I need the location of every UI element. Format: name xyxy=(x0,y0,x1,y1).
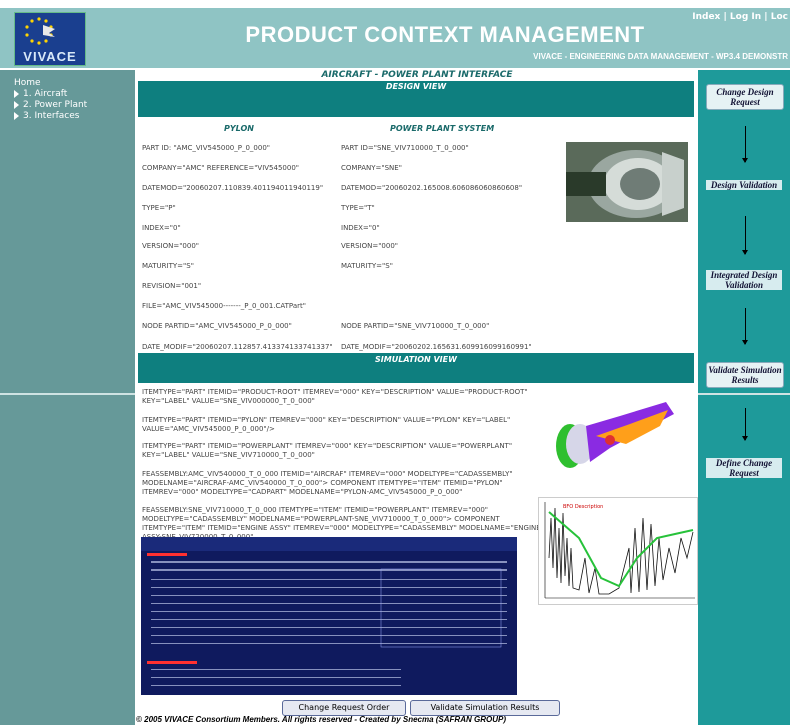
pylon-version: VERSION="000" xyxy=(142,242,199,250)
change-request-order-button[interactable]: Change Request Order xyxy=(282,700,406,716)
sidebar-divider xyxy=(0,393,135,395)
simulation-line: ITEMTYPE="PART" ITEMID="PYLON" ITEMREV="… xyxy=(142,416,511,433)
powerplant-index: INDEX="0" xyxy=(341,224,380,232)
site-header: VIVACE PRODUCT CONTEXT MANAGEMENT VIVACE… xyxy=(0,8,790,68)
powerplant-version: VERSION="000" xyxy=(341,242,398,250)
design-validation-step: Design Validation xyxy=(706,180,782,190)
pylon-date-modif: DATE_MODIF="20060207.112857.413374133741… xyxy=(142,343,333,351)
pylon-type: TYPE="P" xyxy=(142,204,176,212)
design-view-bar: DESIGN VIEW xyxy=(138,81,694,117)
powerplant-type: TYPE="T" xyxy=(341,204,375,212)
pylon-index: INDEX="0" xyxy=(142,224,181,232)
pylon-maturity: MATURITY="S" xyxy=(142,262,194,270)
simulation-view-bar: SIMULATION VIEW xyxy=(138,353,694,383)
sidebar-nav: Home 1. Aircraft 2. Power Plant 3. Inter… xyxy=(14,78,87,122)
process-column: Change Design Request Design Validation … xyxy=(698,70,790,725)
integrated-design-validation-step: Integrated Design Validation xyxy=(706,270,782,290)
pylon-heading: PYLON xyxy=(224,124,254,133)
powerplant-heading: POWER PLANT SYSTEM xyxy=(390,124,495,133)
footer-copyright: © 2005 VIVACE Consortium Members. All ri… xyxy=(136,715,506,724)
pylon-company: COMPANY="AMC" REFERENCE="VIV545000" xyxy=(142,164,299,172)
plot-label: BFO Description xyxy=(563,504,603,510)
page-subtitle: VIVACE - ENGINEERING DATA MANAGEMENT - W… xyxy=(533,52,788,61)
frequency-plot-image: BFO Description xyxy=(538,497,698,605)
pylon-file: FILE="AMC_VIV545000-------_P_0_001.CATPa… xyxy=(142,302,306,310)
sidebar-item-label: 2. Power Plant xyxy=(23,100,88,110)
define-change-request-step: Define Change Request xyxy=(706,458,782,478)
logout-link[interactable]: Loc xyxy=(771,12,788,22)
arrow-down-icon xyxy=(742,126,748,163)
logo-text: VIVACE xyxy=(23,49,77,64)
design-view-heading: DESIGN VIEW xyxy=(385,82,447,91)
breadcrumb: AIRCRAFT - POWER PLANT INTERFACE xyxy=(321,70,513,80)
simulation-line: ITEMTYPE="PART" ITEMID="POWERPLANT" ITEM… xyxy=(142,442,513,459)
validate-simulation-results-button[interactable]: Validate Simulation Results xyxy=(410,700,560,716)
arrow-down-icon xyxy=(742,216,748,255)
simulation-line: ITEMTYPE="PART" ITEMID="PRODUCT-ROOT" IT… xyxy=(142,388,528,405)
sidebar-item-home[interactable]: Home xyxy=(14,78,87,89)
powerplant-company: COMPANY="SNE" xyxy=(341,164,402,172)
main-content: AIRCRAFT - POWER PLANT INTERFACE DESIGN … xyxy=(136,70,698,725)
eu-stars-icon xyxy=(25,17,55,45)
validate-simulation-results-step[interactable]: Validate Simulation Results xyxy=(706,362,784,388)
sidebar-item-aircraft[interactable]: 1. Aircraft xyxy=(14,89,87,100)
arrow-down-icon xyxy=(742,408,748,441)
powerplant-datemod: DATEMOD="20060202.165008.606086060860608… xyxy=(341,184,523,192)
triangle-right-icon xyxy=(14,89,19,98)
login-link[interactable]: Log In xyxy=(730,12,761,22)
engine-cad-icon xyxy=(566,142,688,222)
powerplant-date-modif: DATE_MODIF="20060202.165631.609916099160… xyxy=(341,343,532,351)
sidebar-item-interfaces[interactable]: 3. Interfaces xyxy=(14,111,87,122)
simulation-results-table-image xyxy=(141,537,517,695)
pylon-revision: REVISION="001" xyxy=(142,282,202,290)
powerplant-maturity: MATURITY="S" xyxy=(341,262,393,270)
arrow-down-icon xyxy=(742,308,748,345)
pylon-part-id: PART ID: "AMC_VIV545000_P_0_000" xyxy=(142,144,271,152)
pylon-node-partid: NODE PARTID="AMC_VIV545000_P_0_000" xyxy=(142,322,292,330)
sidebar-item-label: 1. Aircraft xyxy=(23,89,68,99)
process-divider xyxy=(698,393,790,395)
powerplant-node-partid: NODE PARTID="SNE_VIV710000_T_0_000" xyxy=(341,322,490,330)
nav-separator: | xyxy=(761,12,771,22)
change-design-request-button[interactable]: Change Design Request xyxy=(706,84,784,110)
powerplant-engine-image xyxy=(566,142,688,222)
sidebar-item-power-plant[interactable]: 2. Power Plant xyxy=(14,100,87,111)
nav-separator: | xyxy=(720,12,730,22)
powerplant-part-id: PART ID="SNE_VIV710000_T_0_000" xyxy=(341,144,469,152)
index-link[interactable]: Index xyxy=(692,12,720,22)
sidebar: Home 1. Aircraft 2. Power Plant 3. Inter… xyxy=(0,70,135,725)
simulation-view-heading: SIMULATION VIEW xyxy=(375,355,457,364)
sidebar-item-label: 3. Interfaces xyxy=(23,111,80,121)
triangle-right-icon xyxy=(14,111,19,120)
vivace-logo[interactable]: VIVACE xyxy=(14,12,86,66)
simulation-model-image xyxy=(550,396,678,478)
pylon-datemod: DATEMOD="20060207.110839.401194011940119… xyxy=(142,184,324,192)
triangle-right-icon xyxy=(14,100,19,109)
simulation-line: FEASSEMBLY:AMC_VIV540000_T_0_000 ITEMID=… xyxy=(142,470,513,496)
page-title: PRODUCT CONTEXT MANAGEMENT xyxy=(245,22,645,47)
top-nav: Index | Log In | Loc xyxy=(692,12,788,22)
